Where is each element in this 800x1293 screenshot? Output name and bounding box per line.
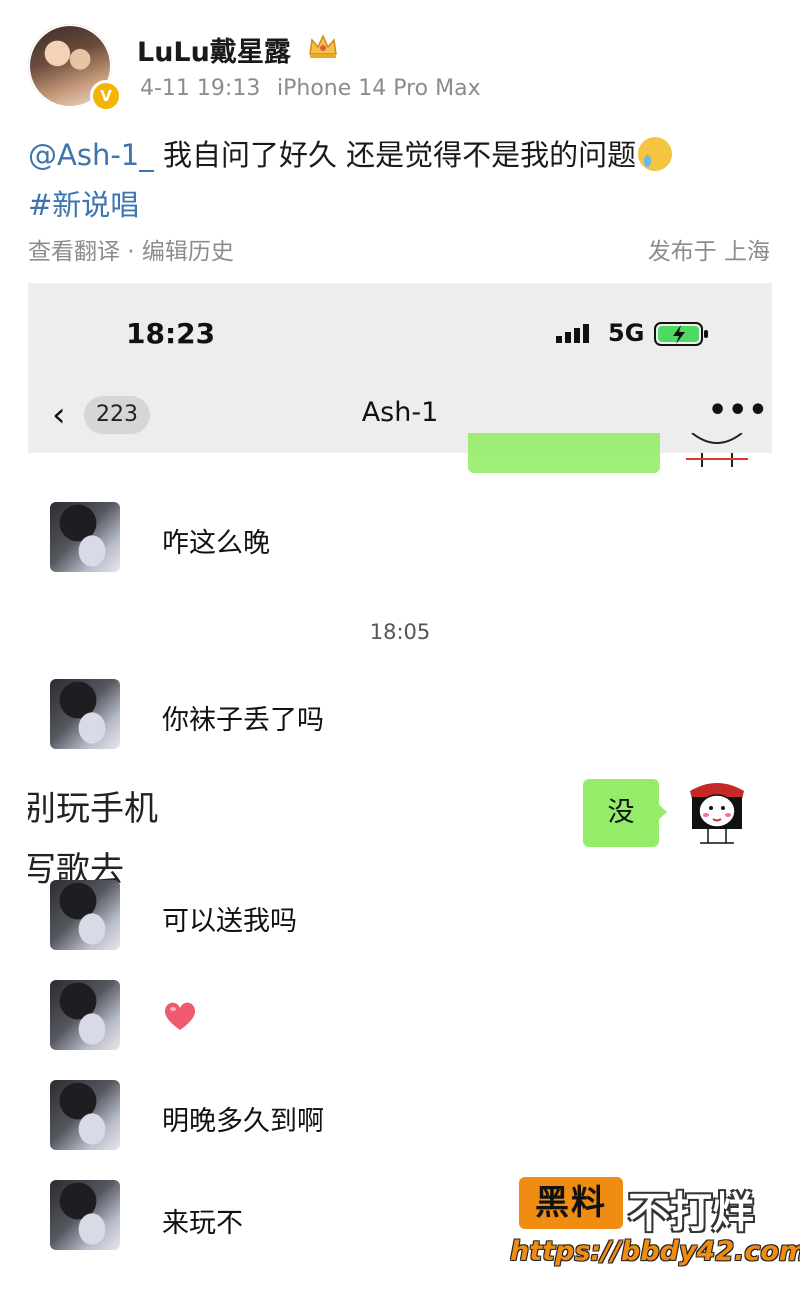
contact-avatar[interactable]: [50, 1080, 120, 1150]
message-text: 来玩不: [162, 1208, 243, 1239]
message-text: 咋这么晚: [162, 528, 270, 559]
heart-emoji-icon: [164, 1002, 196, 1030]
crown-icon: [309, 34, 337, 58]
more-icon[interactable]: •••: [708, 393, 769, 428]
network-label: 5G: [608, 319, 645, 347]
signal-icon: [556, 324, 589, 343]
overlay-text: 别玩手机: [28, 789, 158, 829]
verified-icon: V: [90, 80, 122, 112]
chat-screenshot[interactable]: 18:23 5G ‹ 223 Ash-1 ••• 咋这么晚 18:05 你袜子丢…: [28, 283, 772, 1293]
contact-avatar[interactable]: [50, 679, 120, 749]
post-time: 4-11 19:13: [140, 76, 261, 101]
status-time: 18:23: [126, 317, 216, 350]
partial-avatar-icon: [686, 433, 748, 467]
my-message-bubble: 没: [583, 779, 659, 847]
bubble-tail: [657, 803, 667, 821]
post-device: iPhone 14 Pro Max: [277, 76, 481, 101]
crying-emoji-icon: [638, 137, 673, 171]
message-text: 可以送我吗: [162, 906, 297, 937]
contact-avatar[interactable]: [50, 1180, 120, 1250]
my-avatar[interactable]: [682, 777, 752, 849]
author-name[interactable]: LuLu戴星露: [137, 30, 291, 69]
hashtag-link[interactable]: #新说唱: [28, 182, 139, 224]
mention-link[interactable]: @Ash-1_: [28, 138, 154, 172]
post-location: 发布于 上海: [647, 239, 770, 265]
watermark-logo-box: 黑料: [519, 1177, 623, 1229]
contact-avatar[interactable]: [50, 980, 120, 1050]
post-text: @Ash-1_ 我自问了好久 还是觉得不是我的问题: [28, 132, 673, 174]
partial-bubble: [468, 433, 660, 473]
chat-title: Ash-1: [361, 397, 439, 428]
battery-charging-icon: [654, 322, 708, 346]
contact-avatar[interactable]: [50, 880, 120, 950]
watermark-url: https://bbdy42.com: [510, 1236, 800, 1267]
chat-timestamp: 18:05: [369, 620, 431, 644]
message-text: 你袜子丢了吗: [162, 705, 324, 736]
post-body: 我自问了好久 还是觉得不是我的问题: [153, 138, 637, 172]
translate-history-link[interactable]: 查看翻译 · 编辑历史: [28, 232, 234, 266]
message-text: 明晚多久到啊: [162, 1106, 324, 1137]
watermark-text: 不打烊: [628, 1188, 755, 1237]
contact-avatar[interactable]: [50, 502, 120, 572]
